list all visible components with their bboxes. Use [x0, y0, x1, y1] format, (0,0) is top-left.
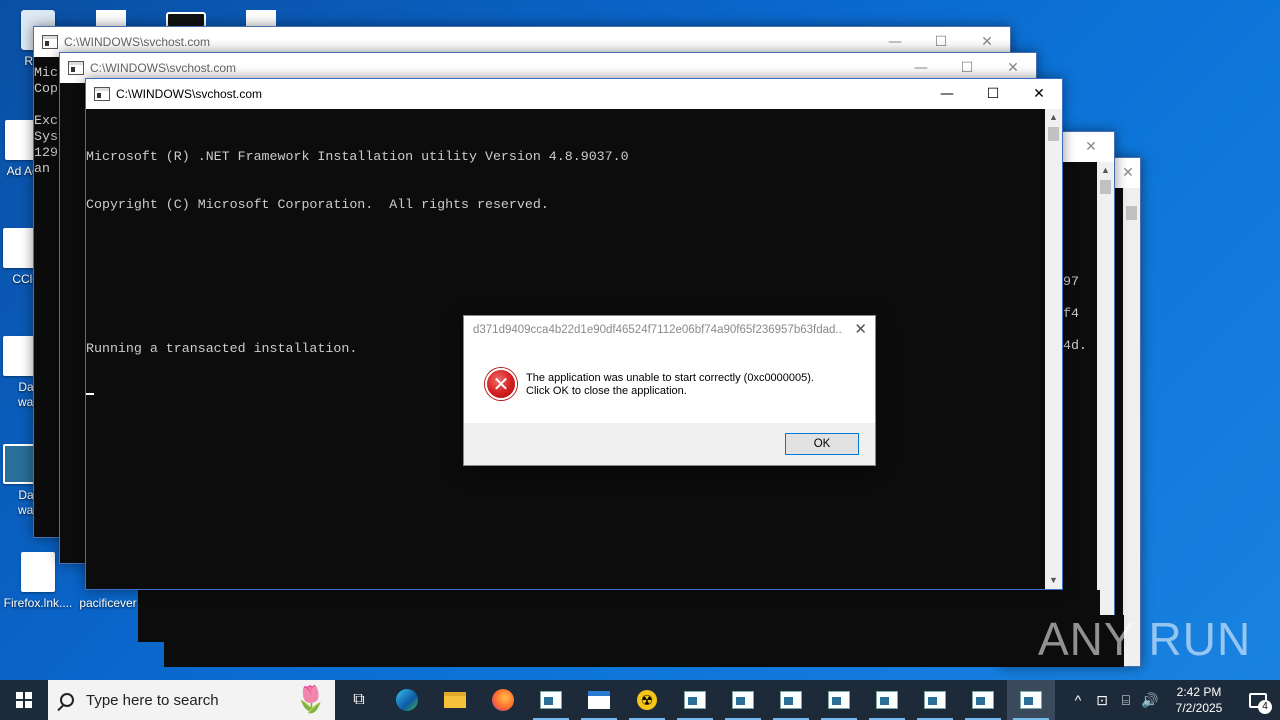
scrollbar[interactable]: ▲ ▼: [1045, 109, 1062, 589]
maximize-button[interactable]: ☐: [970, 79, 1016, 109]
console-app-icon: [924, 691, 946, 709]
console-app-icon: [780, 691, 802, 709]
console-app-icon: [876, 691, 898, 709]
console-line: Copyright (C) Microsoft Corporation. All…: [86, 197, 549, 212]
scrollbar[interactable]: [1123, 188, 1140, 666]
error-icon: ✕: [485, 368, 517, 400]
dialog-footer: OK: [464, 423, 875, 465]
file-explorer-taskbar-button[interactable]: [431, 680, 479, 720]
clock-date: 7/2/2025: [1175, 701, 1223, 715]
console-app-icon: [540, 691, 562, 709]
error-message: The application was unable to start corr…: [526, 372, 814, 398]
console-app-icon: [68, 61, 84, 75]
notification-count: 4: [1258, 700, 1272, 714]
close-button[interactable]: ✕: [1068, 132, 1114, 162]
start-button[interactable]: [0, 680, 48, 720]
task-view-icon: ⧉: [353, 691, 365, 708]
console-window-back-4[interactable]: [164, 615, 1124, 667]
ok-button[interactable]: OK: [785, 433, 859, 455]
scroll-up-arrow[interactable]: ▲: [1097, 162, 1114, 179]
firefox-taskbar-button[interactable]: [479, 680, 527, 720]
edge-icon: [396, 689, 418, 711]
search-box[interactable]: Type here to search 🌷: [48, 680, 335, 720]
console-taskbar-button[interactable]: [671, 680, 719, 720]
console-app-icon: [684, 691, 706, 709]
clock[interactable]: 2:42 PM 7/2/2025: [1162, 684, 1236, 716]
console-taskbar-button[interactable]: [767, 680, 815, 720]
minimize-button[interactable]: —: [924, 79, 970, 109]
document-icon: [3, 228, 37, 268]
console-app-icon: [42, 35, 58, 49]
desktop-icon-label: Firefox.lnk....: [3, 596, 73, 610]
clock-time: 2:42 PM: [1176, 685, 1222, 699]
error-dialog[interactable]: d371d9409cca4b22d1e90df46524f7112e06bf74…: [463, 315, 876, 466]
window-title: C:\WINDOWS\svchost.com: [90, 61, 237, 75]
network-icon[interactable]: ⌸: [1114, 692, 1138, 709]
console-taskbar-button[interactable]: [527, 680, 575, 720]
window-title: C:\WINDOWS\svchost.com: [64, 35, 211, 49]
window-app-icon: [588, 691, 610, 709]
radiation-taskbar-button[interactable]: ☢: [623, 680, 671, 720]
console-taskbar-button[interactable]: [959, 680, 1007, 720]
console-taskbar-button[interactable]: [863, 680, 911, 720]
error-message-line-2: Click OK to close the application.: [526, 385, 687, 397]
console-app-icon: [972, 691, 994, 709]
scrollbar[interactable]: ▲ ▼: [1097, 162, 1114, 640]
installer-taskbar-button[interactable]: [575, 680, 623, 720]
window-title: C:\WINDOWS\svchost.com: [116, 87, 263, 101]
text-cursor: [86, 393, 94, 395]
network-adapter-icon[interactable]: ⊡: [1090, 692, 1114, 709]
folder-icon: [444, 692, 466, 708]
speaker-icon[interactable]: 🔊: [1138, 692, 1162, 709]
error-message-line-1: The application was unable to start corr…: [526, 372, 814, 384]
system-tray: ^ ⊡ ⌸ 🔊 2:42 PM 7/2/2025 4: [1066, 680, 1280, 720]
dialog-title: d371d9409cca4b22d1e90df46524f7112e06bf74…: [473, 324, 843, 336]
console-taskbar-button[interactable]: [911, 680, 959, 720]
console-app-icon: [732, 691, 754, 709]
flowers-icon: 🌷: [294, 684, 327, 714]
anyrun-watermark: ANY RUN: [1038, 613, 1252, 665]
close-button[interactable]: ✕: [1116, 158, 1140, 188]
close-button[interactable]: ✕: [1016, 79, 1062, 109]
scroll-thumb[interactable]: [1048, 127, 1059, 141]
chevron-up-icon[interactable]: ^: [1066, 692, 1090, 708]
search-icon: [60, 693, 74, 707]
search-placeholder: Type here to search: [86, 691, 219, 709]
title-bar[interactable]: C:\WINDOWS\svchost.com — ☐ ✕: [86, 79, 1062, 109]
console-line: Microsoft (R) .NET Framework Installatio…: [86, 149, 629, 164]
console-taskbar-button[interactable]: [719, 680, 767, 720]
task-view-button[interactable]: ⧉: [335, 680, 383, 720]
console-app-icon: [3, 444, 37, 484]
scroll-down-arrow[interactable]: ▼: [1045, 572, 1062, 589]
console-app-icon: [94, 87, 110, 101]
radiation-icon: ☢: [637, 690, 657, 710]
console-app-icon: [1020, 691, 1042, 709]
console-app-icon: [828, 691, 850, 709]
console-taskbar-button-active[interactable]: [1007, 680, 1055, 720]
document-icon: [21, 552, 55, 592]
desktop-icon-label: pacificever: [79, 596, 137, 610]
edge-taskbar-button[interactable]: [383, 680, 431, 720]
console-taskbar-button[interactable]: [815, 680, 863, 720]
close-icon[interactable]: ✕: [854, 320, 867, 338]
notification-center-button[interactable]: 4: [1236, 680, 1280, 720]
scroll-up-arrow[interactable]: ▲: [1045, 109, 1062, 126]
taskbar: Type here to search 🌷 ⧉ ☢ ^ ⊡ ⌸ 🔊 2:42 P…: [0, 680, 1280, 720]
windows-logo-icon: [16, 692, 32, 708]
firefox-icon: [492, 689, 514, 711]
document-icon: [3, 336, 37, 376]
